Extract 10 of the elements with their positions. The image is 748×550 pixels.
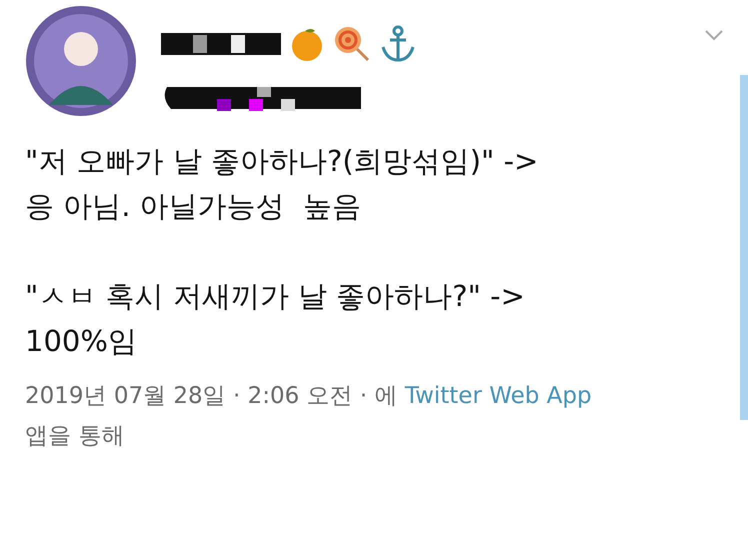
tweet-paragraph: "ㅅㅂ 혹시 저새끼가 날 좋아하나?" -> 100%임 — [25, 278, 526, 360]
scrollbar[interactable] — [740, 75, 748, 420]
source-app-link[interactable]: Twitter Web App — [404, 383, 592, 409]
anchor-icon — [379, 25, 417, 63]
fruit-icon — [289, 26, 325, 62]
tweet-metadata: 2019년 07월 28일 · 2:06 오전 · 에 Twitter Web App 앱을 통해 — [25, 382, 593, 451]
tweet-paragraph: "저 오빠가 날 좋아하나?(희망섞임)" -> 응 아님. 아닐가능성 높음 — [25, 143, 540, 225]
chevron-down-icon[interactable] — [704, 28, 724, 42]
lollipop-icon — [333, 25, 371, 63]
avatar[interactable] — [25, 5, 137, 117]
